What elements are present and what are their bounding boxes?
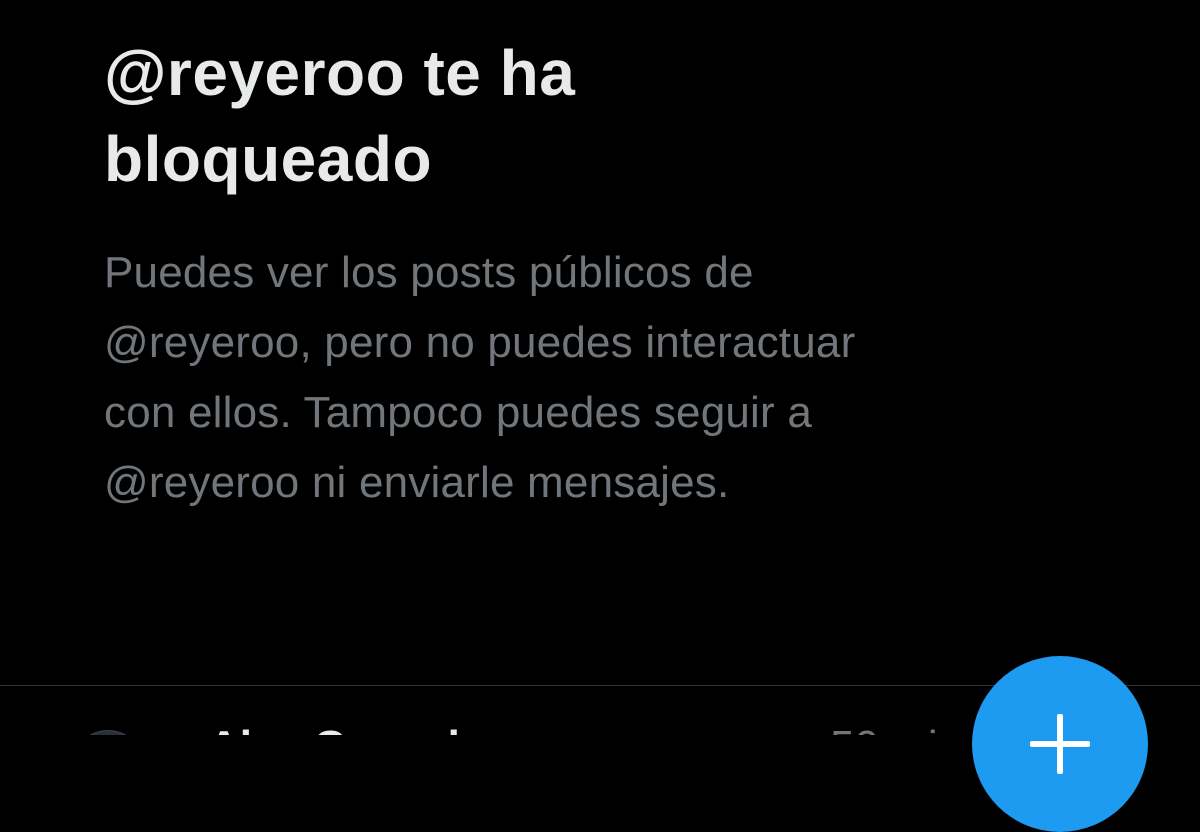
blocked-description: Puedes ver los posts públicos de @reyero…	[104, 238, 1104, 518]
avatar[interactable]	[72, 730, 144, 735]
blocked-title-line: @reyeroo te ha	[104, 37, 576, 109]
blocked-description-line: @reyeroo, pero no puedes interactuar	[104, 318, 856, 367]
blocked-notice: @reyeroo te ha bloqueado Puedes ver los …	[104, 30, 1104, 518]
blocked-title-line: bloqueado	[104, 123, 433, 195]
blocked-description-line: con ellos. Tampoco puedes seguir a	[104, 388, 812, 437]
blocked-description-line: Puedes ver los posts públicos de	[104, 248, 754, 297]
post-author-name[interactable]: Alex Gonzalez	[208, 722, 506, 735]
plus-icon	[1030, 714, 1090, 774]
compose-post-button[interactable]	[972, 656, 1148, 832]
post-timestamp: 50 min	[830, 722, 962, 735]
blocked-title: @reyeroo te ha bloqueado	[104, 30, 1104, 202]
blocked-description-line: @reyeroo ni enviarle mensajes.	[104, 458, 730, 507]
